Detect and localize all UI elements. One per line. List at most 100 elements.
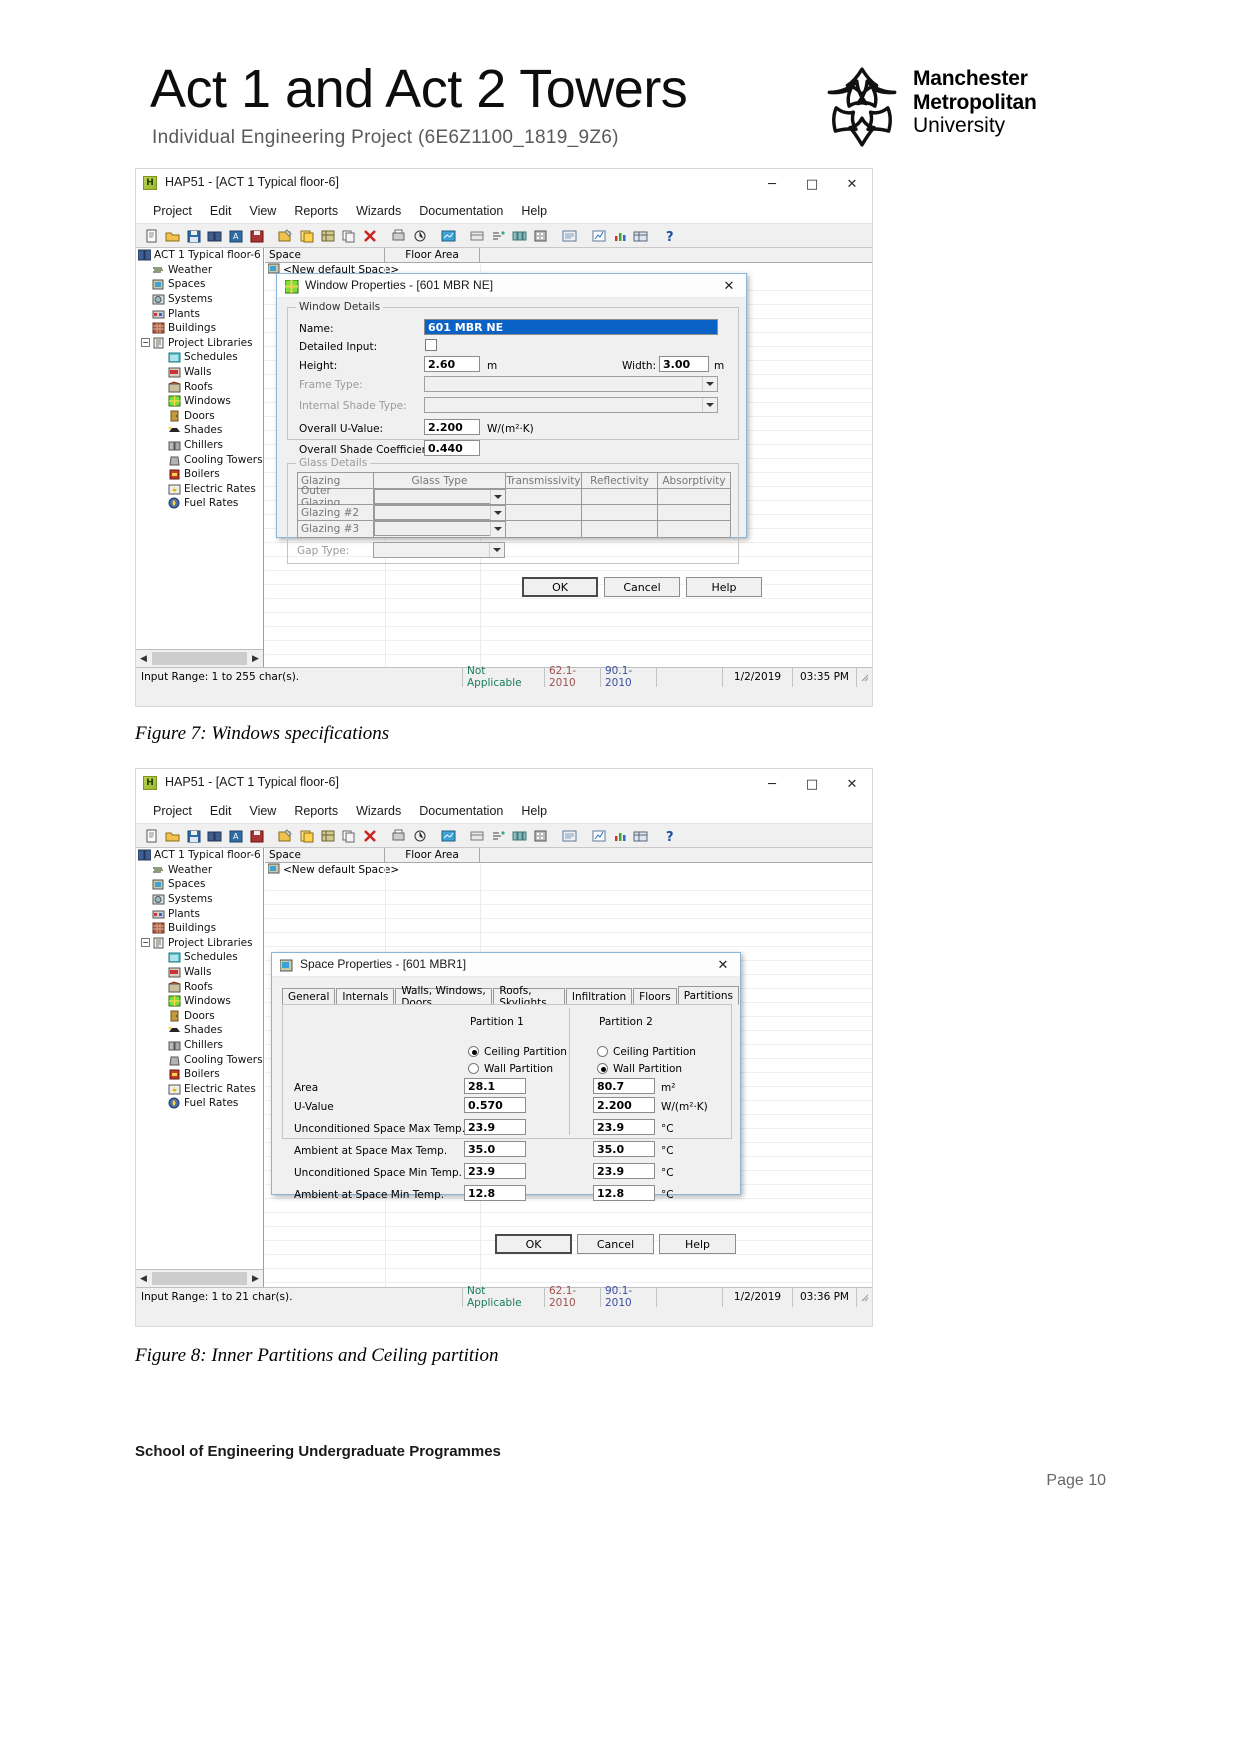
chevron-down-icon[interactable]	[490, 522, 505, 536]
frame-type-combo[interactable]	[424, 376, 718, 392]
scroll-left-icon[interactable]: ◀	[136, 654, 151, 664]
system-list-icon[interactable]	[488, 826, 509, 845]
edit-space-icon[interactable]	[275, 826, 296, 845]
sidebar-item-electric-rates[interactable]: Electric Rates	[136, 1082, 263, 1097]
copy-icon[interactable]	[338, 226, 359, 245]
sidebar-item-project-libraries[interactable]: − Project Libraries	[136, 336, 263, 351]
tree-horizontal-scrollbar-1[interactable]: ◀ ▶	[136, 649, 263, 667]
menu-help-1[interactable]: Help	[512, 204, 556, 218]
save-all-icon[interactable]	[246, 226, 267, 245]
sidebar-item-cooling-towers[interactable]: Cooling Towers	[136, 1052, 263, 1067]
new-icon[interactable]	[141, 826, 162, 845]
sidebar-item-shades[interactable]: Shades	[136, 423, 263, 438]
print-preview-icon[interactable]	[388, 826, 409, 845]
overall-shade-coefficient-input[interactable]: 0.440	[424, 440, 480, 456]
help-question-icon[interactable]: ?	[659, 226, 680, 245]
sidebar-item-weather[interactable]: Weather	[136, 863, 263, 878]
column-space[interactable]: Space	[265, 248, 385, 262]
sidebar-item-weather[interactable]: Weather	[136, 263, 263, 278]
td-glass-type[interactable]	[374, 505, 506, 521]
p1-unconditioned-max-input[interactable]: 23.9	[464, 1119, 526, 1135]
chevron-down-icon[interactable]	[702, 398, 717, 412]
p2-ceiling-partition-radio[interactable]	[597, 1046, 608, 1057]
save-as-icon[interactable]: A	[225, 826, 246, 845]
sidebar-item-roofs[interactable]: Roofs	[136, 979, 263, 994]
p1-ambient-max-input[interactable]: 35.0	[464, 1141, 526, 1157]
resize-grip-icon-1[interactable]	[856, 667, 872, 687]
plant-list-icon[interactable]	[509, 226, 530, 245]
collapse-expander-icon[interactable]: −	[141, 337, 150, 347]
chart-report-icon[interactable]	[438, 826, 459, 845]
glass-type-combo-3[interactable]	[374, 521, 506, 536]
menu-view-2[interactable]: View	[240, 804, 285, 818]
save-icon[interactable]	[183, 826, 204, 845]
tree-horizontal-scrollbar-2[interactable]: ◀ ▶	[136, 1269, 263, 1287]
close-icon[interactable]: ✕	[706, 953, 740, 977]
close-button-1[interactable]: ✕	[832, 169, 872, 199]
help-button-2[interactable]: Help	[659, 1234, 736, 1254]
sidebar-item-schedules[interactable]: Schedules	[136, 350, 263, 365]
save-icon[interactable]	[183, 226, 204, 245]
detailed-input-checkbox[interactable]	[425, 339, 437, 351]
tree-root-1[interactable]: ACT 1 Typical floor-6	[136, 248, 263, 263]
help-button-1[interactable]: Help	[686, 577, 762, 597]
help-question-icon[interactable]: ?	[659, 826, 680, 845]
resize-grip-icon-2[interactable]	[856, 1287, 872, 1307]
sidebar-item-boilers[interactable]: Boilers	[136, 467, 263, 482]
p2-ambient-max-input[interactable]: 35.0	[593, 1141, 655, 1157]
graph-icon[interactable]	[588, 826, 609, 845]
chevron-down-icon[interactable]	[490, 506, 505, 520]
tree-root-2[interactable]: ACT 1 Typical floor-6	[136, 848, 263, 863]
sidebar-item-boilers[interactable]: Boilers	[136, 1067, 263, 1082]
print-preview-icon[interactable]	[388, 226, 409, 245]
sidebar-item-buildings[interactable]: Buildings	[136, 921, 263, 936]
copy-icon[interactable]	[338, 826, 359, 845]
ok-button-2[interactable]: OK	[495, 1234, 572, 1254]
sidebar-item-schedules[interactable]: Schedules	[136, 950, 263, 965]
menu-wizards-2[interactable]: Wizards	[347, 804, 410, 818]
sidebar-item-shades[interactable]: Shades	[136, 1023, 263, 1038]
maximize-button-2[interactable]: □	[792, 769, 832, 799]
menu-documentation-2[interactable]: Documentation	[410, 804, 512, 818]
print-icon[interactable]	[409, 226, 430, 245]
tab-roofs-skylights[interactable]: Roofs, Skylights	[493, 985, 565, 1009]
building-list-icon[interactable]	[530, 226, 551, 245]
internal-shade-type-combo[interactable]	[424, 397, 718, 413]
save-all-icon[interactable]	[246, 826, 267, 845]
collapse-expander-icon[interactable]: −	[141, 937, 150, 947]
p1-unconditioned-min-input[interactable]: 23.9	[464, 1163, 526, 1179]
menu-view-1[interactable]: View	[240, 204, 285, 218]
menu-edit-2[interactable]: Edit	[201, 804, 241, 818]
sidebar-item-systems[interactable]: Systems	[136, 292, 263, 307]
book-icon[interactable]	[204, 226, 225, 245]
space-list-icon[interactable]	[467, 226, 488, 245]
book-icon[interactable]	[204, 826, 225, 845]
td-glass-type[interactable]	[374, 521, 506, 537]
sidebar-item-systems[interactable]: Systems	[136, 892, 263, 907]
glass-type-combo-2[interactable]	[374, 505, 506, 520]
sidebar-item-doors[interactable]: Doors	[136, 409, 263, 424]
tab-internals[interactable]: Internals	[336, 988, 395, 1005]
sidebar-item-walls[interactable]: Walls	[136, 365, 263, 380]
duplicate-icon[interactable]	[296, 226, 317, 245]
sidebar-item-spaces[interactable]: Spaces	[136, 877, 263, 892]
bar-chart-icon[interactable]	[609, 826, 630, 845]
menu-documentation-1[interactable]: Documentation	[410, 204, 512, 218]
maximize-button-1[interactable]: □	[792, 169, 832, 199]
table-report-icon[interactable]	[630, 226, 651, 245]
chevron-down-icon[interactable]	[702, 377, 717, 391]
building-list-icon[interactable]	[530, 826, 551, 845]
sidebar-item-spaces[interactable]: Spaces	[136, 277, 263, 292]
td-glass-type[interactable]	[374, 489, 506, 505]
p2-unconditioned-max-input[interactable]: 23.9	[593, 1119, 655, 1135]
tab-walls-windows-doors[interactable]: Walls, Windows, Doors	[395, 985, 493, 1009]
chevron-down-icon[interactable]	[490, 490, 505, 504]
column-floor-area[interactable]: Floor Area	[385, 848, 480, 862]
overall-u-value-input[interactable]: 2.200	[424, 419, 480, 435]
tab-general[interactable]: General	[282, 988, 336, 1005]
list-item-new-default-space[interactable]: <New default Space>	[265, 863, 872, 877]
sidebar-item-chillers[interactable]: Chillers	[136, 438, 263, 453]
sidebar-item-fuel-rates[interactable]: Fuel Rates	[136, 1096, 263, 1111]
gap-type-combo[interactable]	[373, 542, 505, 558]
delete-icon[interactable]	[359, 826, 380, 845]
